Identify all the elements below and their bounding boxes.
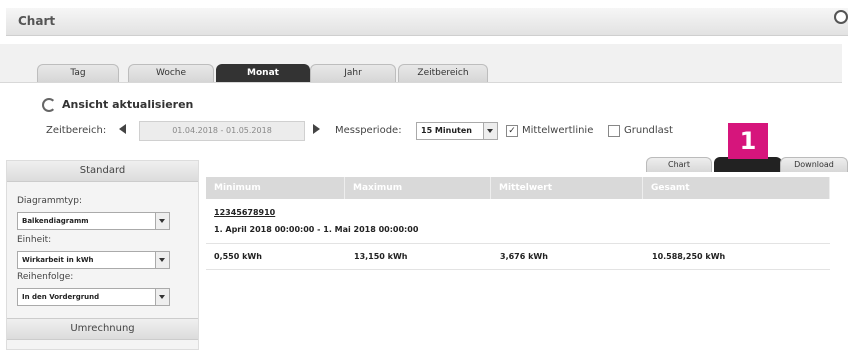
column-header-maximum: Maximum [345,177,491,199]
row-divider [206,269,830,270]
chevron-down-icon[interactable] [483,123,497,139]
grundlast-label: Grundlast [624,125,673,136]
value-minimum: 0,550 kWh [214,252,262,261]
reihenfolge-value: In den Vordergrund [22,293,100,301]
row-divider [206,243,830,244]
window-title: Chart [18,14,56,28]
view-tab-chart[interactable]: Chart [646,157,712,172]
view-tab-table[interactable] [714,157,782,172]
period-tabbar: Tag Woche Monat Jahr Zeitbereich [0,44,842,83]
date-range-field[interactable]: 01.04.2018 - 01.05.2018 [139,121,305,141]
einheit-label: Einheit: [17,235,52,245]
value-maximum: 13,150 kWh [354,252,408,261]
diagrammtyp-value: Balkendiagramm [22,217,89,225]
tab-jahr[interactable]: Jahr [310,64,396,82]
tab-woche[interactable]: Woche [128,64,214,82]
column-header-gesamt: Gesamt [643,177,830,199]
window-titlebar: Chart [6,8,848,36]
reihenfolge-label: Reihenfolge: [17,272,74,282]
mittelwertlinie-checkbox[interactable]: ✓ [506,125,518,137]
tab-tag[interactable]: Tag [37,64,119,82]
grundlast-checkbox[interactable] [608,125,620,137]
tab-zeitbereich[interactable]: Zeitbereich [398,64,488,82]
value-mittelwert: 3,676 kWh [500,252,548,261]
refresh-icon [42,98,56,112]
diagrammtyp-label: Diagrammtyp: [17,196,83,206]
diagrammtyp-select[interactable]: Balkendiagramm [17,212,170,230]
value-gesamt: 10.588,250 kWh [652,252,726,261]
refresh-view-button[interactable]: Ansicht aktualisieren [42,98,193,112]
next-period-arrow-icon[interactable] [313,124,325,134]
close-icon[interactable] [834,10,848,24]
messperiode-select[interactable]: 15 Minuten [416,122,498,140]
chevron-down-icon[interactable] [155,252,169,268]
tab-monat[interactable]: Monat [216,64,310,82]
table-header-row: Minimum Maximum Mittelwert Gesamt [206,177,830,199]
einheit-select[interactable]: Wirkarbeit in kWh [17,251,170,269]
einheit-value: Wirkarbeit in kWh [22,256,94,264]
messperiode-label: Messperiode: [335,125,402,136]
standard-section-header[interactable]: Standard [7,161,198,182]
mittelwertlinie-label: Mittelwertlinie [522,125,594,136]
step-number-badge: 1 [728,123,768,159]
meter-id-link[interactable]: 12345678910 [214,208,275,217]
view-tab-download[interactable]: Download [780,157,848,172]
column-header-minimum: Minimum [206,177,345,199]
settings-sidebar: Standard Diagrammtyp: Balkendiagramm Ein… [6,160,199,350]
previous-period-arrow-icon[interactable] [114,124,126,134]
zeitbereich-label: Zeitbereich: [46,125,107,136]
refresh-label: Ansicht aktualisieren [62,98,194,111]
chevron-down-icon[interactable] [155,289,169,305]
chevron-down-icon[interactable] [155,213,169,229]
column-header-mittelwert: Mittelwert [491,177,643,199]
reihenfolge-select[interactable]: In den Vordergrund [17,288,170,306]
umrechnung-section-header[interactable]: Umrechnung [7,318,198,340]
messperiode-value: 15 Minuten [421,126,472,135]
period-text: 1. April 2018 00:00:00 - 1. Mai 2018 00:… [214,225,419,234]
